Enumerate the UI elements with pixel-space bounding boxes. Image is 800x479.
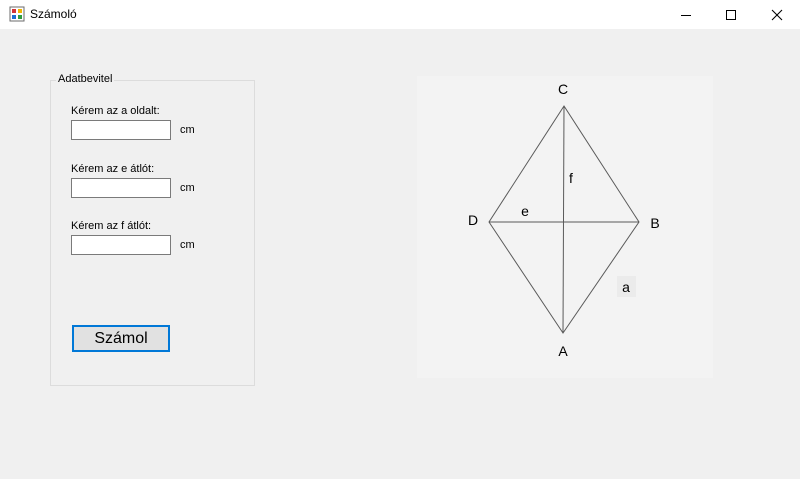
minimize-icon [681, 14, 691, 16]
diagonal-f-label: Kérem az f átlót: [71, 220, 152, 232]
title-bar: Számoló [0, 0, 800, 29]
diagonal-e-label-text: e [521, 203, 529, 219]
app-icon [9, 6, 25, 22]
vertex-d-label: D [468, 212, 478, 228]
close-icon [771, 9, 783, 20]
vertex-b-label: B [650, 215, 659, 231]
vertex-c-label: C [558, 81, 568, 97]
rhombus-picture: C B D A f e a [417, 76, 713, 378]
calculate-button[interactable]: Számol [72, 325, 170, 352]
maximize-icon [726, 9, 736, 20]
window-title: Számoló [30, 7, 77, 21]
diagonal-e-unit: cm [180, 182, 195, 194]
side-a-unit: cm [180, 124, 195, 136]
minimize-button[interactable] [663, 0, 709, 29]
diagonal-e-label: Kérem az e átlót: [71, 163, 155, 175]
diagonal-e-input[interactable] [71, 178, 171, 198]
rhombus-diagram: C B D A f e a [468, 81, 660, 359]
side-a-label: Kérem az a oldalt: [71, 105, 160, 117]
diagonal-f-label-text: f [569, 170, 573, 186]
diagonal-f-input[interactable] [71, 235, 171, 255]
vertex-a-label: A [558, 343, 568, 359]
side-a-label-text: a [622, 279, 630, 295]
groupbox-title: Adatbevitel [56, 73, 115, 86]
maximize-button[interactable] [708, 0, 754, 29]
close-button[interactable] [754, 0, 800, 29]
side-a-input[interactable] [71, 120, 171, 140]
diagonal-f-line [562, 105, 565, 334]
diagonal-f-unit: cm [180, 239, 195, 251]
